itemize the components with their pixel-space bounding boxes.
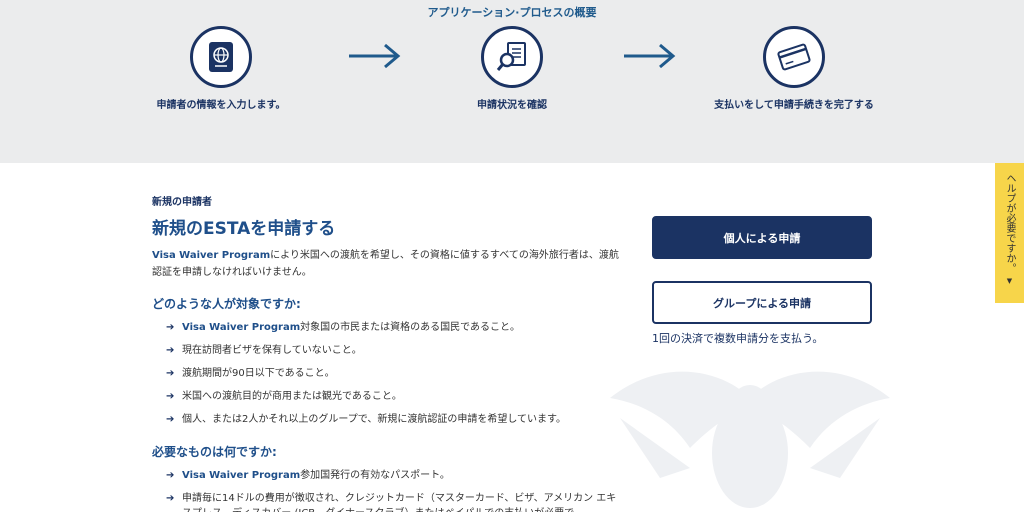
- help-tab-label: ヘルプが必要ですか。: [1004, 173, 1015, 273]
- section-kicker: 新規の申請者: [152, 197, 212, 208]
- document-search-icon: [481, 26, 543, 88]
- apply-actions: 個人による申請 グループによる申請 1回の決済で複数申請分を支払う。: [652, 216, 872, 346]
- process-step-check-status: 申請状況を確認: [392, 26, 632, 114]
- arrow-bullet-icon: ➔: [166, 470, 175, 481]
- process-step-enter-info: 申請者の情報を入力します。: [101, 26, 341, 114]
- individual-apply-button[interactable]: 個人による申請: [652, 216, 872, 259]
- needs-list: ➔ Visa Waiver Program参加国発行の有効なパスポート。 ➔ 申請毎…: [152, 468, 622, 512]
- list-item: ➔ 個人、または2人かそれ以上のグループで、新規に渡航認証の申請を希望しています。: [166, 414, 567, 425]
- list-item: ➔ Visa Waiver Program対象国の市民または資格のある国民であるこ…: [166, 322, 521, 333]
- needs-heading: 必要なものは何ですか:: [152, 445, 277, 459]
- group-apply-button[interactable]: グループによる申請: [652, 281, 872, 324]
- process-step-label: 申請状況を確認: [477, 100, 547, 111]
- passport-icon: [190, 26, 252, 88]
- group-apply-note: 1回の決済で複数申請分を支払う。: [652, 332, 824, 345]
- list-item: ➔ Visa Waiver Program参加国発行の有効なパスポート。: [166, 470, 450, 481]
- process-overview: アプリケーション·プロセスの概要 申請者の情報を入力します。 申請状況を確認 支…: [0, 0, 1024, 163]
- intro-highlight: Visa Waiver Program: [152, 250, 271, 261]
- credit-card-icon: [763, 26, 825, 88]
- arrow-bullet-icon: ➔: [166, 391, 175, 402]
- eligibility-info: 新規の申請者 新規のESTAを申請する Visa Waiver Programに…: [152, 193, 622, 512]
- help-tab[interactable]: ヘルプが必要ですか。 ▼: [995, 163, 1024, 303]
- list-item: ➔ 現在訪問者ビザを保有していないこと。: [166, 345, 362, 356]
- list-item: ➔ 申請毎に14ドルの費用が徴収され、クレジットカード（マスターカード、ビザ、アメ…: [166, 493, 617, 512]
- caret-down-icon: ▼: [1006, 277, 1013, 285]
- arrow-bullet-icon: ➔: [166, 322, 175, 333]
- arrow-bullet-icon: ➔: [166, 414, 175, 425]
- arrow-bullet-icon: ➔: [166, 493, 175, 504]
- process-title: アプリケーション·プロセスの概要: [427, 6, 597, 19]
- process-step-label: 申請者の情報を入力します。: [156, 100, 286, 111]
- list-item: ➔ 米国への渡航目的が商用または観光であること。: [166, 391, 402, 402]
- who-list: ➔ Visa Waiver Program対象国の市民または資格のある国民であるこ…: [152, 320, 622, 427]
- list-item: ➔ 渡航期間が90日以下であること。: [166, 368, 335, 379]
- intro-paragraph: Visa Waiver Programにより米国への渡航を希望し、その資格に値す…: [152, 247, 622, 281]
- process-step-pay: 支払いをして申請手続きを完了する: [674, 26, 914, 114]
- eagle-seal-watermark: [610, 371, 890, 508]
- who-heading: どのような人が対象ですか:: [152, 297, 301, 311]
- arrow-bullet-icon: ➔: [166, 368, 175, 379]
- arrow-bullet-icon: ➔: [166, 345, 175, 356]
- new-applicant-section: 新規の申請者 新規のESTAを申請する Visa Waiver Programに…: [0, 163, 1024, 512]
- arrow-right-icon: [624, 43, 676, 69]
- process-step-label: 支払いをして申請手続きを完了する: [714, 100, 874, 111]
- page-title: 新規のESTAを申請する: [152, 219, 336, 239]
